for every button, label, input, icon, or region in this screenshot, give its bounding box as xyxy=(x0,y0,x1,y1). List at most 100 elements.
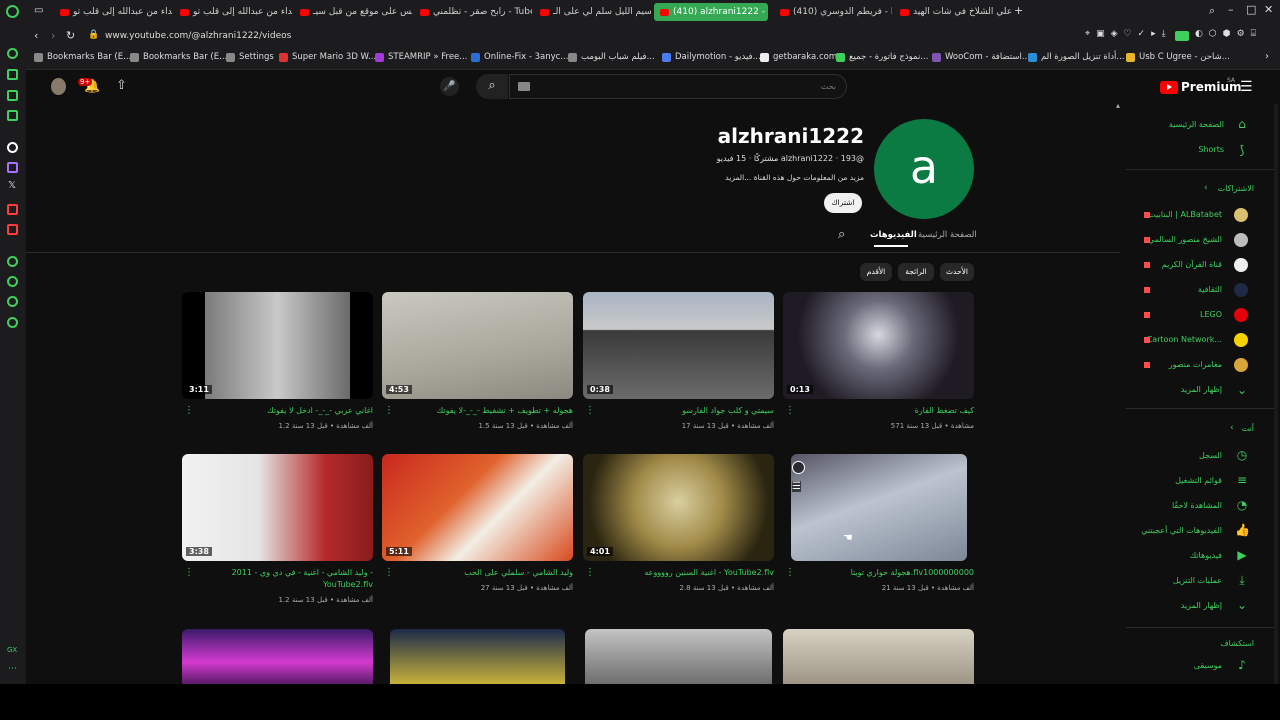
video-title[interactable]: هجوله + تطويف + تشفيط -_-_-لا يفوتك xyxy=(393,405,573,417)
more-actions-icon[interactable]: ⋮ xyxy=(785,406,795,416)
sidebar-item-home[interactable]: الصفحة الرئيسية xyxy=(1169,120,1224,129)
browser-tab-active[interactable]: (410) alzhrani1222 - You... xyxy=(654,3,768,21)
sidebar-item-history[interactable]: السجل xyxy=(1199,451,1222,460)
bookmark-item[interactable]: Settings xyxy=(226,52,274,62)
bookmark-item[interactable]: STEAMRIP » Free... xyxy=(375,52,467,62)
video-title[interactable]: وليد الشامي - اغنية - في دي وي - 2011 - … xyxy=(193,567,373,591)
chip-latest[interactable]: الأحدث xyxy=(940,263,974,281)
channel-about[interactable]: مزيد من المعلومات حول هذه القناة ...المز… xyxy=(725,173,864,182)
sidebar-discord-icon[interactable] xyxy=(7,142,18,153)
search-button[interactable]: ⌕ xyxy=(476,74,508,99)
bookmark-item[interactable]: getbaraka.com xyxy=(760,52,837,62)
video-thumbnail[interactable]: 4:53 xyxy=(382,292,573,399)
video-thumbnail[interactable]: 3:38 xyxy=(182,454,373,561)
profile-icon[interactable]: ◐⬡⬢⚙⌸ xyxy=(1195,29,1262,39)
sidebar-item-music[interactable]: موسيقى xyxy=(1194,661,1222,670)
sidebar-history-icon[interactable] xyxy=(7,256,18,267)
opera-logo-icon[interactable] xyxy=(6,5,19,18)
sidebar-item-subscription[interactable]: Cartoon Network... xyxy=(1147,335,1222,344)
browser-tab[interactable]: ياسيم الليل سلم لي على الـ... xyxy=(534,3,652,21)
browser-tab[interactable]: (410) فريطم الدوسري - be xyxy=(774,3,892,21)
watch-later-icon[interactable] xyxy=(792,461,805,474)
forward-icon[interactable]: › xyxy=(51,29,55,42)
browser-tab[interactable]: دعس على موقع من قبل سيـ... xyxy=(294,3,412,21)
collapse-arrow-icon[interactable]: ▴ xyxy=(1116,101,1120,110)
video-thumbnail[interactable] xyxy=(783,629,974,684)
more-actions-icon[interactable]: ⋮ xyxy=(785,568,795,578)
sidebar-more-icon[interactable]: ⋯ xyxy=(8,664,17,674)
browser-tab[interactable]: اهداء من عبدالله إلى قلب تو... xyxy=(54,3,172,21)
video-title[interactable]: وليد الشامي - سلملي على الحب xyxy=(393,567,573,579)
video-title[interactable]: كيف تضغط الفارة xyxy=(794,405,974,417)
show-more-you[interactable]: إظهار المزيد xyxy=(1181,601,1222,610)
bookmarks-overflow-icon[interactable]: › xyxy=(1265,51,1269,62)
bookmark-item[interactable]: Bookmarks Bar (E... xyxy=(130,52,227,62)
show-more-subscriptions[interactable]: إظهار المزيد xyxy=(1181,385,1222,394)
bookmark-item[interactable]: فيلم شباب البومب... xyxy=(568,52,655,62)
sidebar-youtube-icon[interactable] xyxy=(7,204,18,215)
bookmark-item[interactable]: أداة تنزيل الصورة الم... xyxy=(1028,52,1124,62)
tab-home[interactable]: الصفحة الرئيسية xyxy=(918,230,977,240)
video-thumbnail[interactable]: 3:11 xyxy=(182,292,373,399)
video-thumbnail[interactable]: 0:13 xyxy=(783,292,974,399)
sidebar-item-subscription[interactable]: الثقافية xyxy=(1198,285,1222,294)
sidebar-item-playlists[interactable]: قوائم التشغيل xyxy=(1175,476,1222,485)
add-to-queue-icon[interactable]: ☰ xyxy=(792,481,801,492)
browser-tab[interactable]: اهداء من عبدالله إلى قلب تو... xyxy=(174,3,292,21)
sidebar-item-subscription[interactable]: LEGO xyxy=(1200,310,1222,319)
you-header[interactable]: أنت xyxy=(1242,424,1254,433)
sidebar-player-icon[interactable] xyxy=(7,110,18,121)
channel-search-icon[interactable]: ⌕ xyxy=(838,227,845,242)
sidebar-item-subscription[interactable]: قناة القرآن الكريم xyxy=(1162,260,1222,269)
sidebar-scrollbar[interactable] xyxy=(1274,104,1278,684)
chip-popular[interactable]: الرائجة xyxy=(898,263,934,281)
bookmark-item[interactable]: نموذج فاتورة - جميع... xyxy=(836,52,928,62)
bookmark-item[interactable]: Bookmarks Bar (E... xyxy=(34,52,131,62)
create-upload-icon[interactable]: ⇧ xyxy=(116,78,127,93)
reload-icon[interactable]: ↻ xyxy=(66,29,75,42)
bookmark-item[interactable]: Online-Fix - 3anyc... xyxy=(471,52,568,62)
sidebar-app-icon[interactable] xyxy=(7,224,18,235)
tab-videos[interactable]: الفيديوهات xyxy=(870,230,917,240)
sidebar-clock-icon[interactable] xyxy=(7,276,18,287)
bookmark-item[interactable]: WooCom - استضافة... xyxy=(932,52,1030,62)
video-thumbnail[interactable] xyxy=(585,629,772,684)
video-thumbnail[interactable] xyxy=(390,629,565,684)
minimize-icon[interactable]: – xyxy=(1228,3,1234,16)
sidebar-extensions-icon[interactable] xyxy=(7,296,18,307)
search-tabs-icon[interactable]: ⌕ xyxy=(1209,4,1215,18)
bookmark-item[interactable]: Super Mario 3D W... xyxy=(279,52,376,62)
video-thumbnail[interactable] xyxy=(182,629,373,684)
sidebar-settings-icon[interactable] xyxy=(7,317,18,328)
browser-tab[interactable]: بو علي الشلاخ في شات الهيد... xyxy=(894,3,1012,21)
more-actions-icon[interactable]: ⋮ xyxy=(384,406,394,416)
sidebar-item-your-videos[interactable]: فيديوهاتك xyxy=(1190,551,1222,560)
sidebar-speed-dial-icon[interactable] xyxy=(7,48,18,59)
hamburger-menu-icon[interactable]: ☰ xyxy=(1240,79,1253,95)
bookmark-item[interactable]: Dailymotion - فيديو... xyxy=(662,52,761,62)
more-actions-icon[interactable]: ⋮ xyxy=(384,568,394,578)
url-field[interactable]: www.youtube.com/@alzhrani1222/videos xyxy=(105,31,291,41)
back-icon[interactable]: ‹ xyxy=(34,29,38,42)
browser-tab[interactable]: رابح صقر - تظلمني - Tube xyxy=(414,3,532,21)
bookmark-item[interactable]: Usb C Ugree - شاحن... xyxy=(1126,52,1230,62)
extensions-toolbar[interactable]: ⌖▣◈♡✓▸⤓ xyxy=(1085,29,1172,39)
more-actions-icon[interactable]: ⋮ xyxy=(184,406,194,416)
avatar[interactable] xyxy=(51,78,66,95)
new-tab-icon[interactable]: + xyxy=(1014,4,1023,17)
more-actions-icon[interactable]: ⋮ xyxy=(184,568,194,578)
more-actions-icon[interactable]: ⋮ xyxy=(585,406,595,416)
sidebar-twitch-icon[interactable] xyxy=(7,162,18,173)
sidebar-item-shorts[interactable]: Shorts xyxy=(1198,145,1224,154)
search-input[interactable]: بحث xyxy=(509,74,847,99)
video-thumbnail[interactable] xyxy=(791,454,967,561)
video-thumbnail[interactable]: 0:38 xyxy=(583,292,774,399)
sidebar-x-icon[interactable]: 𝕏 xyxy=(8,180,16,191)
sidebar-gx-corner-icon[interactable] xyxy=(7,90,18,101)
sidebar-aria-icon[interactable] xyxy=(7,69,18,80)
sidebar-item-subscription[interactable]: مغامرات منصور xyxy=(1169,360,1222,369)
voice-search-button[interactable]: 🎤 xyxy=(440,77,459,96)
video-title[interactable]: اغاني عربي -_-_- ادخل لا يفوتك xyxy=(193,405,373,417)
video-thumbnail[interactable]: 5:11 xyxy=(382,454,573,561)
tab-menu-icon[interactable]: ▭ xyxy=(34,5,43,16)
